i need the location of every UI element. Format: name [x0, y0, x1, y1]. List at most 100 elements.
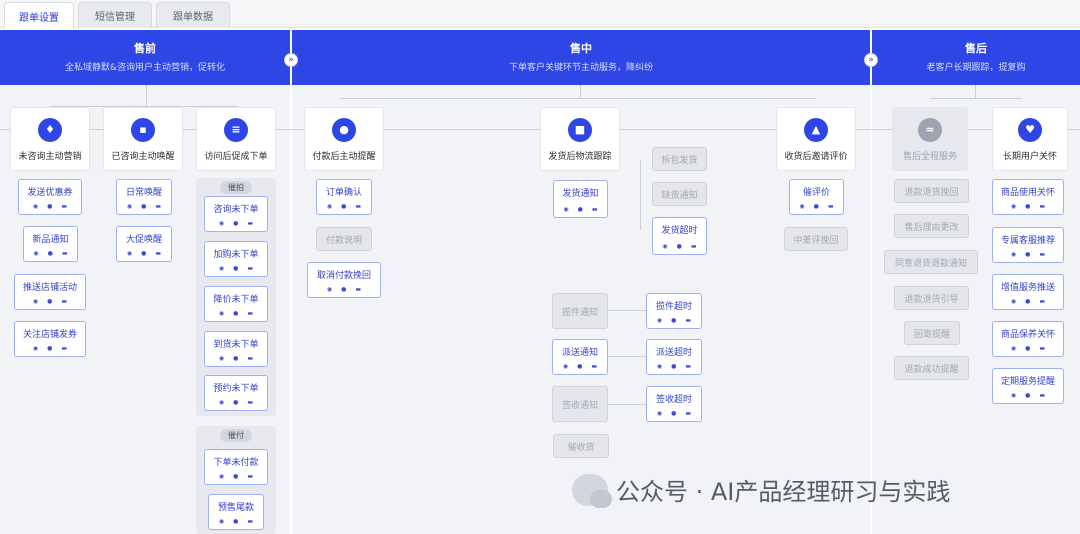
sms-icon: ▬ — [247, 399, 254, 406]
action-card[interactable]: 专属客服推荐 ◉ ● ▬ — [992, 227, 1064, 263]
power-icon: ◉ — [218, 518, 225, 525]
sms-icon: ▬ — [61, 250, 68, 257]
chat-icon: ● — [1025, 392, 1031, 399]
action-card[interactable]: 派送通知 ◉ ● ▬ — [552, 339, 608, 375]
action-card-disabled[interactable]: 揽件通知 — [552, 293, 608, 329]
category-after-sales-service[interactable]: ≈ 售后全程服务 — [892, 107, 968, 171]
stage-title: 售前 — [134, 42, 156, 55]
sms-icon: ▬ — [355, 203, 362, 210]
action-card[interactable]: 发送优惠券 ◉ ● ▬ — [18, 179, 82, 215]
action-card[interactable]: 关注店铺发券 ◉ ● ▬ — [14, 321, 86, 357]
action-card[interactable]: 增值服务推送 ◉ ● ▬ — [992, 274, 1064, 310]
action-card[interactable]: 揽件超时 ◉ ● ▬ — [646, 293, 702, 329]
watermark-text: 公众号 · AI产品经理研习与实践 — [616, 478, 951, 506]
action-card[interactable]: 大促唤醒 ◉ ● ▬ — [116, 226, 172, 262]
action-card[interactable]: 加购未下单 ◉ ● ▬ — [204, 241, 268, 277]
chat-icon: ● — [577, 363, 583, 370]
chat-icon: ● — [1025, 251, 1031, 258]
card-label: 派送通知 — [561, 348, 598, 358]
chat-icon: ● — [47, 298, 53, 305]
sms-icon: ▬ — [355, 286, 362, 293]
action-card[interactable]: 商品使用关怀 ◉ ● ▬ — [992, 179, 1064, 215]
action-card-disabled[interactable]: 签收通知 — [552, 386, 608, 422]
action-card-disabled[interactable]: 同意退货退款通知 — [884, 250, 978, 274]
action-card-disabled[interactable]: 拆包发货 — [652, 147, 707, 171]
sms-icon: ▬ — [247, 355, 254, 362]
sms-icon: ▬ — [1039, 345, 1046, 352]
action-card[interactable]: 新品通知 ◉ ● ▬ — [23, 226, 78, 262]
chat-icon: ● — [233, 518, 239, 525]
category-review-invite[interactable]: ▲ 收货后邀请评价 — [776, 107, 856, 171]
card-label: 中差评挽回 — [793, 236, 839, 246]
action-card[interactable]: 推送店铺活动 ◉ ● ▬ — [14, 274, 86, 310]
connector-line — [580, 85, 581, 99]
category-visit-conversion[interactable]: ≡ 访问后促成下单 — [196, 107, 276, 171]
category-unconsulted-marketing[interactable]: ♦ 未咨询主动营销 — [10, 107, 90, 171]
action-card[interactable]: 商品保养关怀 ◉ ● ▬ — [992, 321, 1064, 357]
action-card[interactable]: 到货未下单 ◉ ● ▬ — [204, 331, 268, 367]
action-card-disabled[interactable]: 缺货通知 — [652, 182, 707, 206]
power-icon: ◉ — [656, 410, 663, 417]
chat-icon: ● — [671, 317, 677, 324]
power-icon: ◉ — [1010, 203, 1017, 210]
tab-tracking-data[interactable]: 跟单数据 — [156, 2, 230, 28]
chat-icon: ● — [676, 243, 682, 250]
power-icon: ◉ — [33, 250, 39, 257]
action-card[interactable]: 预约未下单 ◉ ● ▬ — [204, 375, 268, 411]
action-card[interactable]: 预售尾款 ◉ ● ▬ — [208, 494, 264, 530]
chevron-right-icon[interactable]: » — [864, 53, 878, 67]
action-card-disabled[interactable]: 催收货 — [553, 434, 609, 458]
connector-line — [975, 85, 976, 99]
power-icon: ◉ — [218, 473, 225, 480]
card-label: 催评价 — [802, 188, 830, 198]
card-label: 预约未下单 — [213, 384, 259, 394]
tab-sms-management[interactable]: 短信管理 — [78, 2, 152, 28]
stage-title: 售中 — [570, 42, 592, 55]
category-label: 售后全程服务 — [902, 152, 957, 162]
tab-tracking-settings[interactable]: 跟单设置 — [4, 2, 74, 29]
action-card-disabled[interactable]: 退款退货挽回 — [894, 179, 969, 203]
action-card[interactable]: 发货超时 ◉ ● ▬ — [652, 217, 707, 255]
sms-icon: ▬ — [61, 203, 68, 210]
card-label: 关注店铺发券 — [22, 330, 77, 340]
chat-icon: ● — [233, 220, 239, 227]
chat-icon: ● — [671, 410, 677, 417]
stage-title: 售后 — [965, 42, 987, 55]
watermark: 公众号 · AI产品经理研习与实践 — [572, 472, 951, 508]
chat-icon: ● — [671, 363, 677, 370]
action-card[interactable]: 订单确认 ◉ ● ▬ — [316, 179, 372, 215]
action-card[interactable]: 咨询未下单 ◉ ● ▬ — [204, 196, 268, 232]
action-card[interactable]: 派送超时 ◉ ● ▬ — [646, 339, 702, 375]
category-after-payment[interactable]: ● 付款后主动提醒 — [304, 107, 384, 171]
chat-icon: ● — [233, 355, 239, 362]
action-card[interactable]: 签收超时 ◉ ● ▬ — [646, 386, 702, 422]
user-voice-icon: ♦ — [38, 118, 62, 142]
action-card[interactable]: 催评价 ◉ ● ▬ — [789, 179, 844, 215]
action-card[interactable]: 日常唤醒 ◉ ● ▬ — [116, 179, 172, 215]
action-card[interactable]: 定期服务提醒 ◉ ● ▬ — [992, 368, 1064, 404]
card-label: 拆包发货 — [661, 156, 698, 166]
card-label: 大促唤醒 — [125, 235, 162, 245]
action-card[interactable]: 取消付款挽回 ◉ ● ▬ — [307, 262, 381, 298]
category-consulted-wakeup[interactable]: ▪ 已咨询主动唤醒 — [103, 107, 183, 171]
chat-icon: ● — [141, 250, 147, 257]
card-label: 发货超时 — [661, 226, 698, 236]
category-long-term-care[interactable]: ♥ 长期用户关怀 — [992, 107, 1068, 171]
action-card-disabled[interactable]: 中差评挽回 — [784, 227, 848, 251]
power-icon: ◉ — [1010, 298, 1017, 305]
category-logistics-tracking[interactable]: ■ 发货后物流跟踪 — [540, 107, 620, 171]
action-card-disabled[interactable]: 付款说明 — [316, 227, 372, 251]
chevron-right-icon[interactable]: » — [284, 53, 298, 67]
action-card[interactable]: 发货通知 ◉ ● ▬ — [553, 180, 608, 218]
action-card-disabled[interactable]: 售后理由更改 — [894, 214, 969, 238]
sms-icon: ▬ — [61, 345, 68, 352]
action-card-disabled[interactable]: 退款退货引导 — [894, 286, 969, 310]
action-card-disabled[interactable]: 回寄提醒 — [904, 321, 960, 345]
sms-icon: ▬ — [247, 220, 254, 227]
cart-icon: ≡ — [224, 118, 248, 142]
action-card[interactable]: 降价未下单 ◉ ● ▬ — [204, 286, 268, 322]
chat-icon: ● — [341, 286, 347, 293]
action-card-disabled[interactable]: 退款成功提醒 — [894, 356, 969, 380]
action-card[interactable]: 下单未付款 ◉ ● ▬ — [204, 449, 268, 485]
tab-bar: 跟单设置 短信管理 跟单数据 — [0, 0, 1080, 29]
